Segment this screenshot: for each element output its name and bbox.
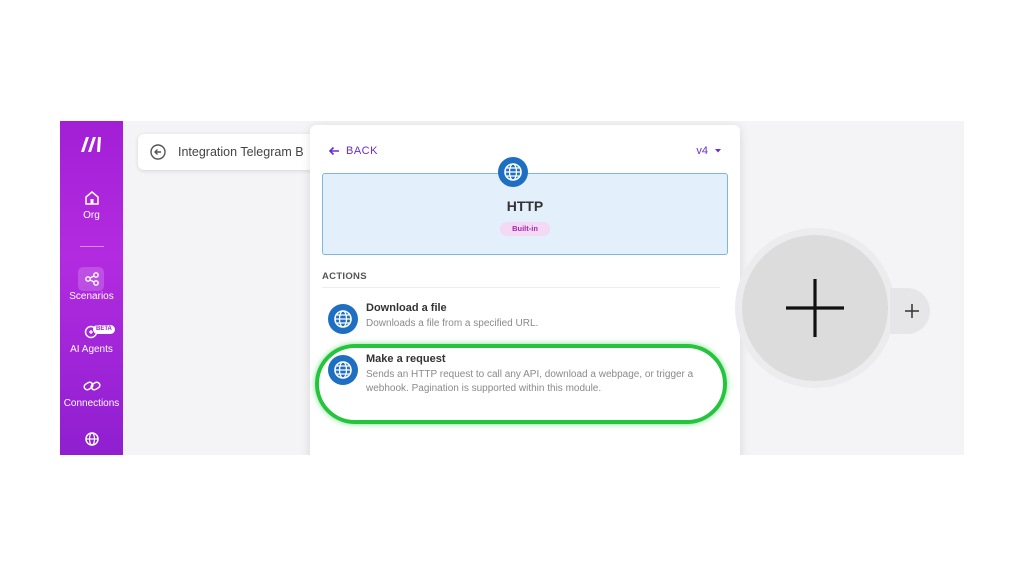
sidebar-item-globe[interactable] [60, 430, 123, 451]
scenario-title[interactable]: Integration Telegram B [178, 145, 304, 159]
sidebar-item-label: Org [83, 210, 100, 221]
beta-badge: BETA [93, 325, 115, 334]
sidebar-item-scenarios[interactable]: Scenarios [60, 270, 123, 302]
module-name: HTTP [506, 198, 544, 214]
highlight-annotation [315, 344, 727, 424]
sidebar-divider [80, 246, 104, 247]
link-icon [82, 381, 101, 391]
back-label: BACK [346, 145, 378, 157]
back-arrow-icon[interactable] [150, 144, 166, 160]
sidebar-item-org[interactable]: Org [60, 189, 123, 221]
sidebar: Org Scenarios AI Agents BETA Connections [60, 121, 123, 455]
action-description: Downloads a file from a specified URL. [366, 318, 539, 329]
app-window: Org Scenarios AI Agents BETA Connections… [60, 121, 964, 455]
http-globe-icon [498, 157, 528, 187]
plus-icon [786, 279, 844, 337]
arrow-left-icon [328, 146, 339, 156]
make-logo [81, 137, 101, 152]
version-value: v4 [696, 145, 708, 157]
actions-divider [322, 287, 720, 288]
scenario-title-bar: Integration Telegram B [138, 134, 338, 170]
chevron-down-icon [715, 149, 721, 153]
builtin-badge: Built-in [500, 222, 550, 236]
sidebar-item-connections[interactable]: Connections [60, 377, 123, 409]
http-globe-icon [328, 304, 358, 334]
share-nodes-icon [84, 272, 99, 286]
globe-icon [84, 432, 99, 446]
actions-heading: ACTIONS [322, 271, 367, 282]
action-title: Download a file [366, 302, 447, 314]
sidebar-item-label: Connections [63, 398, 120, 409]
back-button[interactable]: BACK [328, 145, 378, 157]
version-select[interactable]: v4 [696, 145, 722, 157]
sidebar-item-label: AI Agents [70, 344, 113, 355]
home-icon [84, 191, 99, 205]
plus-icon [905, 304, 919, 318]
sidebar-item-label: Scenarios [69, 291, 114, 302]
